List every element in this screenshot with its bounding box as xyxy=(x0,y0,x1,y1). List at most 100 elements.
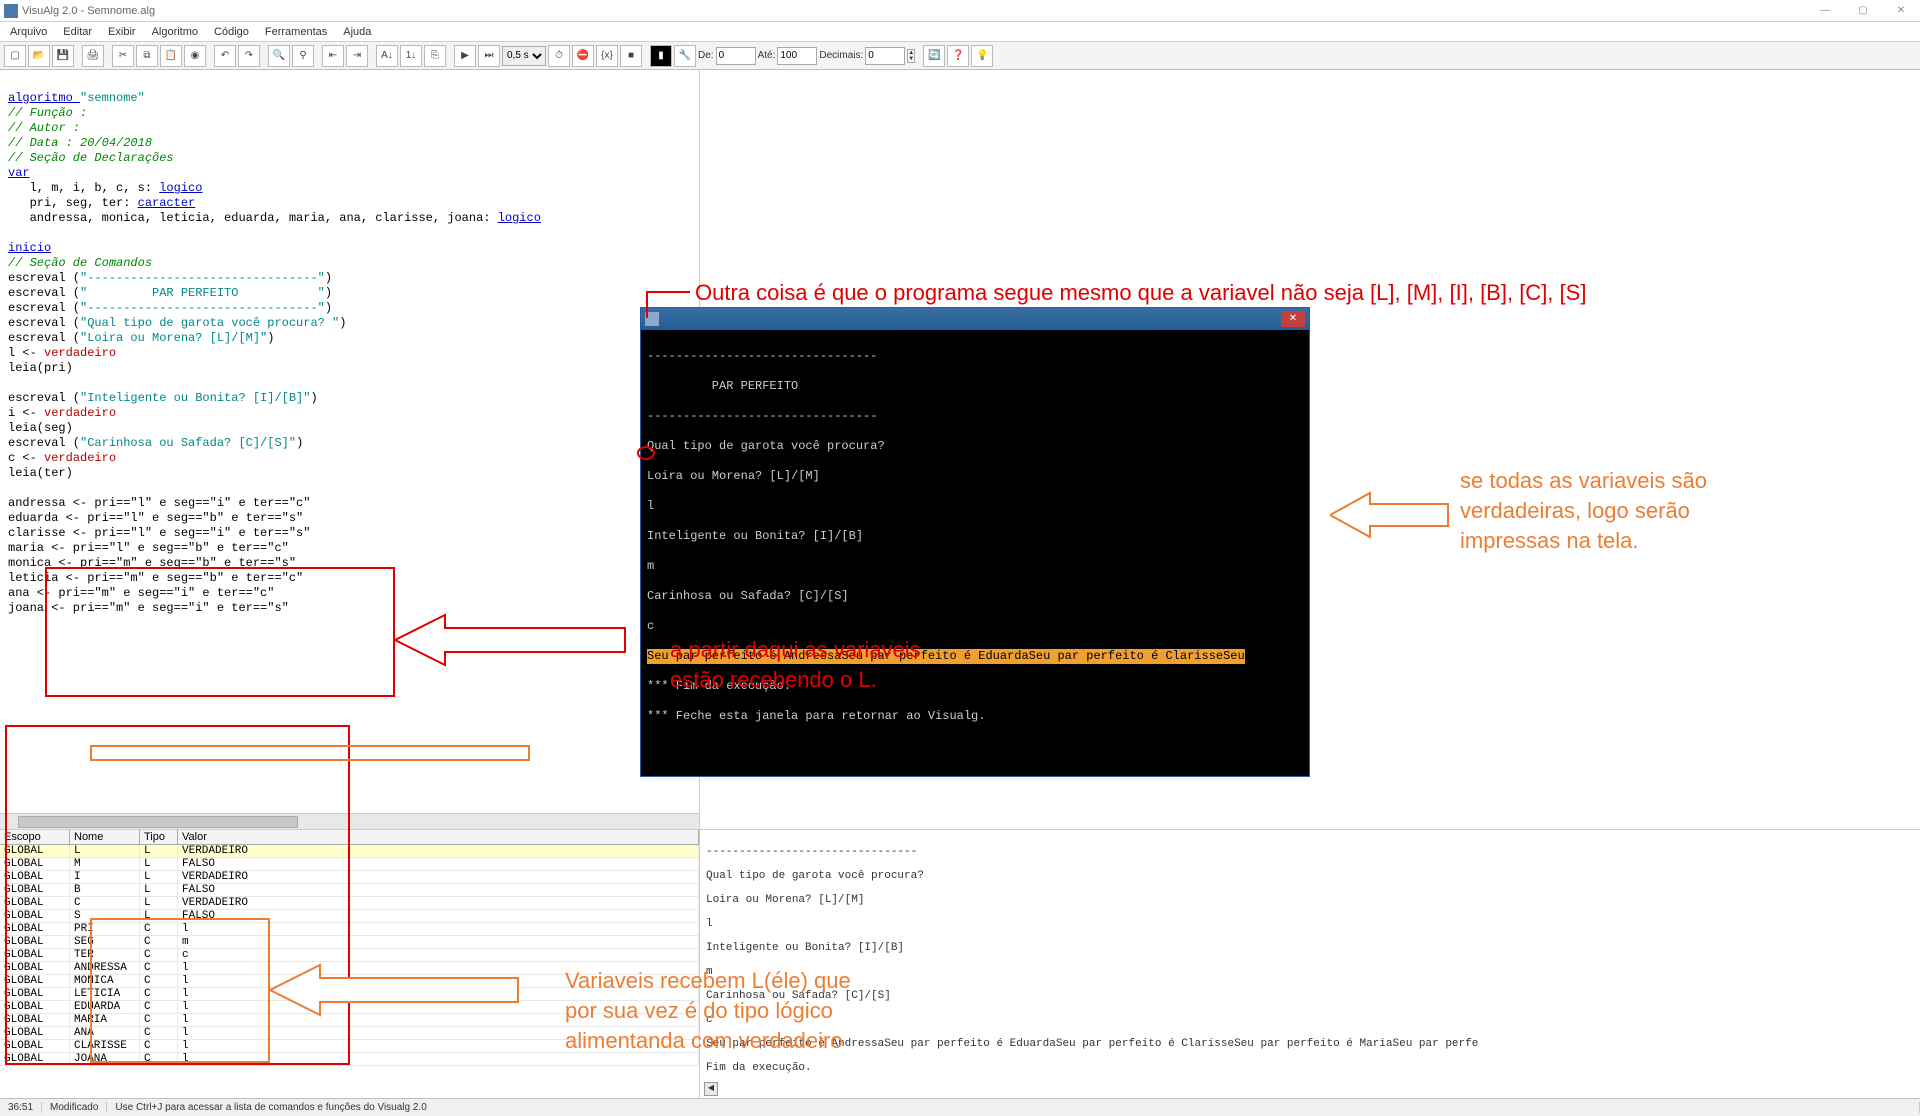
maximize-button[interactable]: ▢ xyxy=(1848,1,1878,21)
var-tipo: C xyxy=(140,1014,178,1026)
menu-algoritmo[interactable]: Algoritmo xyxy=(146,24,204,40)
var-tipo: C xyxy=(140,962,178,974)
cut-icon[interactable]: ✂ xyxy=(112,45,134,67)
var-nome: LETICIA xyxy=(70,988,140,1000)
status-modified: Modificado xyxy=(42,1102,107,1113)
find-icon[interactable]: 🔍 xyxy=(268,45,290,67)
help-icon[interactable]: ❓ xyxy=(947,45,969,67)
about-icon[interactable]: 💡 xyxy=(971,45,993,67)
sort-az-icon[interactable]: A↓ xyxy=(376,45,398,67)
status-pos: 36:51 xyxy=(0,1102,42,1113)
var-tipo: L xyxy=(140,858,178,870)
console-close-button[interactable]: ✕ xyxy=(1281,311,1305,327)
breakpoint-icon[interactable]: ⛔ xyxy=(572,45,594,67)
redo-icon[interactable]: ↷ xyxy=(238,45,260,67)
var-escopo: GLOBAL xyxy=(0,975,70,987)
var-row[interactable]: GLOBALMLFALSO xyxy=(0,858,699,871)
editor-hscrollbar[interactable] xyxy=(0,813,699,829)
var-tipo: L xyxy=(140,871,178,883)
replace-icon[interactable]: ⚲ xyxy=(292,45,314,67)
step-icon[interactable]: ⏭ xyxy=(478,45,500,67)
var-valor: l xyxy=(178,923,699,935)
var-escopo: GLOBAL xyxy=(0,962,70,974)
var-escopo: GLOBAL xyxy=(0,1014,70,1026)
code-editor[interactable]: algoritmo "semnome" // Função : // Autor… xyxy=(0,70,700,829)
recorder-icon[interactable]: ◉ xyxy=(184,45,206,67)
menu-ferramentas[interactable]: Ferramentas xyxy=(259,24,333,40)
var-escopo: GLOBAL xyxy=(0,923,70,935)
paste-icon[interactable]: 📋 xyxy=(160,45,182,67)
save-icon[interactable]: 💾 xyxy=(52,45,74,67)
timer-icon[interactable]: ⏱ xyxy=(548,45,570,67)
de-label: De: xyxy=(698,50,714,61)
var-nome: MARIA xyxy=(70,1014,140,1026)
var-row[interactable]: GLOBALCLVERDADEIRO xyxy=(0,897,699,910)
annotation-mid2: estão recebendo o L. xyxy=(670,667,877,693)
var-valor: m xyxy=(178,936,699,948)
new-file-icon[interactable]: ▢ xyxy=(4,45,26,67)
indent-icon[interactable]: ⇥ xyxy=(346,45,368,67)
menu-exibir[interactable]: Exibir xyxy=(102,24,142,40)
menu-editar[interactable]: Editar xyxy=(57,24,98,40)
ate-input[interactable] xyxy=(777,47,817,65)
run-icon[interactable]: ▶ xyxy=(454,45,476,67)
dos-icon[interactable]: ▮ xyxy=(650,45,672,67)
var-tipo: C xyxy=(140,936,178,948)
dec-input[interactable] xyxy=(865,47,905,65)
var-row[interactable]: GLOBALSEGCm xyxy=(0,936,699,949)
col-nome[interactable]: Nome xyxy=(70,830,140,844)
de-input[interactable] xyxy=(716,47,756,65)
menu-codigo[interactable]: Código xyxy=(208,24,255,40)
stop-icon[interactable]: ■ xyxy=(620,45,642,67)
toggle-gutter-icon[interactable]: ⎘ xyxy=(424,45,446,67)
var-row[interactable]: GLOBALJOANACl xyxy=(0,1053,699,1066)
var-valor: FALSO xyxy=(178,884,699,896)
output-scroll-left-icon[interactable]: ◀ xyxy=(704,1082,718,1096)
var-escopo: GLOBAL xyxy=(0,1027,70,1039)
arrow-left-red xyxy=(395,610,630,670)
annotation-bot3: alimentanda com verdadeiro xyxy=(565,1028,843,1054)
var-row[interactable]: GLOBALBLFALSO xyxy=(0,884,699,897)
var-escopo: GLOBAL xyxy=(0,988,70,1000)
refresh-icon[interactable]: 🔄 xyxy=(923,45,945,67)
print-icon[interactable]: 🖨 xyxy=(82,45,104,67)
number-lines-icon[interactable]: 1↓ xyxy=(400,45,422,67)
annotation-top: Outra coisa é que o programa segue mesmo… xyxy=(695,280,1586,306)
var-tipo: L xyxy=(140,897,178,909)
var-row[interactable]: GLOBALSLFALSO xyxy=(0,910,699,923)
output-pane[interactable]: -------------------------------- Qual ti… xyxy=(700,830,1920,1098)
menu-ajuda[interactable]: Ajuda xyxy=(337,24,377,40)
console-window[interactable]: ✕ -------------------------------- PAR P… xyxy=(640,307,1310,777)
annotation-right3: impressas na tela. xyxy=(1460,528,1639,554)
window-titlebar: VisuAlg 2.0 - Semnome.alg — ▢ ✕ xyxy=(0,0,1920,22)
var-valor: l xyxy=(178,1053,699,1065)
var-row[interactable]: GLOBALPRICl xyxy=(0,923,699,936)
copy-icon[interactable]: ⧉ xyxy=(136,45,158,67)
var-nome: TER xyxy=(70,949,140,961)
undo-icon[interactable]: ↶ xyxy=(214,45,236,67)
var-escopo: GLOBAL xyxy=(0,1053,70,1065)
var-tipo: C xyxy=(140,1001,178,1013)
console-output: -------------------------------- PAR PER… xyxy=(641,330,1309,776)
var-tipo: L xyxy=(140,845,178,857)
annotation-circle xyxy=(637,446,655,460)
close-button[interactable]: ✕ xyxy=(1886,1,1916,21)
minimize-button[interactable]: — xyxy=(1810,1,1840,21)
var-nome: JOANA xyxy=(70,1053,140,1065)
open-file-icon[interactable]: 📂 xyxy=(28,45,50,67)
var-row[interactable]: GLOBALILVERDADEIRO xyxy=(0,871,699,884)
menu-arquivo[interactable]: Arquivo xyxy=(4,24,53,40)
col-tipo[interactable]: Tipo xyxy=(140,830,178,844)
tools-icon[interactable]: 🔧 xyxy=(674,45,696,67)
var-row[interactable]: GLOBALLLVERDADEIRO xyxy=(0,845,699,858)
var-nome: C xyxy=(70,897,140,909)
vars-icon[interactable]: {x} xyxy=(596,45,618,67)
outdent-icon[interactable]: ⇤ xyxy=(322,45,344,67)
var-nome: SEG xyxy=(70,936,140,948)
speed-select[interactable]: 0,5 s xyxy=(502,46,546,66)
var-valor: VERDADEIRO xyxy=(178,845,699,857)
col-valor[interactable]: Valor xyxy=(178,830,699,844)
var-tipo: C xyxy=(140,923,178,935)
col-escopo[interactable]: Escopo xyxy=(0,830,70,844)
var-tipo: C xyxy=(140,988,178,1000)
